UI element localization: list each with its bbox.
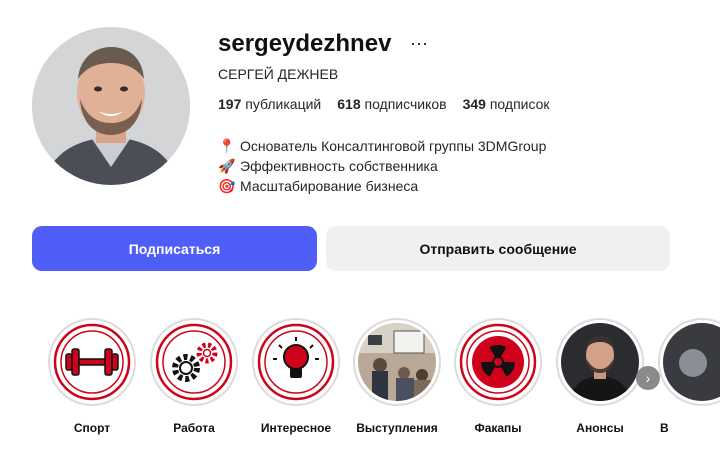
highlight-label: Факапы [474,421,522,435]
posts-count: 197 [218,96,242,112]
target-icon: 🎯 [218,178,236,194]
highlight-label: Выступления [356,421,438,435]
partial-photo [663,323,720,401]
bio-text: Основатель Консалтинговой группы 3DMGrou… [240,138,547,154]
highlight-ring [252,318,340,406]
dumbbell-icon [53,323,131,401]
posts-label: публикаций [245,96,322,112]
story-highlights: Спорт Работа Интересное Выступления Фака… [0,318,720,463]
highlight-label: Интересное [260,421,332,435]
stat-posts: 197 публикаций [218,96,321,112]
pin-icon: 📍 [218,138,236,154]
follow-button[interactable]: Подписаться [32,226,317,271]
profile-avatar[interactable] [32,27,190,185]
highlight-work[interactable]: Работа [144,318,244,435]
send-message-button[interactable]: Отправить сообщение [326,226,670,271]
bio-line: 🚀 Эффективность собственника [218,156,546,176]
highlight-announcements[interactable]: Анонсы [550,318,650,435]
presentation-photo [358,323,436,401]
stat-followers[interactable]: 618 подписчиков [337,96,446,112]
highlight-fails[interactable]: Факапы [448,318,548,435]
highlight-ring [454,318,542,406]
gears-icon [155,323,233,401]
highlight-ring [353,318,441,406]
highlight-label: Анонсы [576,421,624,435]
highlight-label: В [660,421,669,435]
radiation-icon [459,323,537,401]
followers-count: 618 [337,96,361,112]
bio-line: 🎯 Масштабирование бизнеса [218,176,546,196]
followers-label: подписчиков [364,96,447,112]
highlight-partial[interactable]: В [652,318,720,435]
profile-bio: 📍 Основатель Консалтинговой группы 3DMGr… [218,136,546,196]
profile-stats: 197 публикаций 618 подписчиков 349 подпи… [218,96,550,112]
bio-text: Масштабирование бизнеса [240,178,419,194]
highlight-ring [658,318,720,406]
highlight-sport[interactable]: Спорт [42,318,142,435]
portrait-photo [561,323,639,401]
following-count: 349 [462,96,486,112]
profile-username: sergeydezhnev [218,30,392,57]
highlight-interesting[interactable]: Интересное [246,318,346,435]
highlight-label: Спорт [73,421,111,435]
chevron-right-icon[interactable]: › [636,366,660,390]
rocket-icon: 🚀 [218,158,236,174]
more-options-icon[interactable]: ⋯ [410,34,428,55]
highlight-ring [48,318,136,406]
stat-following[interactable]: 349 подписок [463,96,550,112]
highlight-ring [556,318,644,406]
highlight-ring [150,318,238,406]
highlight-label: Работа [173,421,215,435]
following-label: подписок [489,96,550,112]
highlight-talks[interactable]: Выступления [347,318,447,435]
bio-text: Эффективность собственника [240,158,438,174]
lightbulb-icon [257,323,335,401]
profile-full-name: СЕРГЕЙ ДЕЖНЕВ [218,66,339,82]
bio-line: 📍 Основатель Консалтинговой группы 3DMGr… [218,136,546,156]
